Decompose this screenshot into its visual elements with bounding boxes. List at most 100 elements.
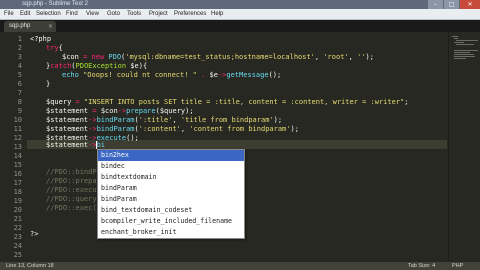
minimap-line <box>456 44 474 45</box>
cursor-position: Line 13, Column 18 <box>6 263 54 269</box>
code-token: "INSERT INTO posts SET title = :title, c… <box>83 98 405 106</box>
menu-help[interactable]: Help <box>211 9 223 19</box>
code-token: $statement <box>46 116 89 124</box>
minimap-line <box>454 54 474 55</box>
line-number: 14 <box>13 152 22 160</box>
code-line: }catch(PDOException $e){ <box>46 62 147 71</box>
line-number: 5 <box>17 71 22 79</box>
code-token: -> <box>117 107 127 115</box>
line-number: 11 <box>13 125 22 133</box>
autocomplete-item[interactable]: bindtextdomain <box>98 172 244 183</box>
code-token: $con <box>100 107 118 115</box>
line-number: 4 <box>17 62 22 70</box>
line-number: 19 <box>13 197 22 205</box>
code-token: 'root' <box>323 53 349 61</box>
menu-preferences[interactable]: Preferences <box>174 9 206 19</box>
line-number: 18 <box>13 188 22 196</box>
code-token: $e <box>126 62 139 70</box>
code-token: $statement <box>46 125 89 133</box>
menu-tools[interactable]: Tools <box>127 9 141 19</box>
window-controls: – □ ✕ <box>427 0 480 9</box>
close-window-button[interactable]: ✕ <box>460 0 480 9</box>
minimize-button[interactable]: – <box>428 0 443 9</box>
code-token: = <box>88 107 101 115</box>
code-line: $con = new PDO('mysql:dbname=test_status… <box>62 53 374 62</box>
minimap-line <box>454 56 475 57</box>
autocomplete-item[interactable]: bindParam <box>98 194 244 205</box>
code-line: <?php <box>30 35 51 44</box>
line-number: 9 <box>17 107 22 115</box>
code-token: , <box>348 53 358 61</box>
code-token: , <box>172 116 181 124</box>
status-bar: Line 13, Column 18 Tab Size: 4 PHP <box>0 262 480 270</box>
menu-project[interactable]: Project <box>149 9 168 19</box>
menu-edit[interactable]: Edit <box>20 9 30 19</box>
menu-selection[interactable]: Selection <box>36 9 61 19</box>
code-token: -> <box>88 125 97 133</box>
line-number: 7 <box>17 89 22 97</box>
line-number: 10 <box>13 116 22 124</box>
menu-goto[interactable]: Goto <box>107 9 120 19</box>
autocomplete-item[interactable]: enchant_broker_init <box>98 227 244 238</box>
code-token: bi <box>96 141 106 149</box>
minimap-line <box>452 36 458 37</box>
line-number: 12 <box>13 134 22 142</box>
code-token: echo <box>62 71 79 79</box>
minimap-line <box>454 50 478 51</box>
code-token: (); <box>126 134 139 142</box>
tab-label: sqp.php <box>9 23 31 29</box>
line-number: 3 <box>17 53 22 61</box>
line-number: 24 <box>13 242 22 250</box>
code-token: ':content' <box>138 125 181 133</box>
code-token: catch <box>50 62 72 70</box>
autocomplete-popup: bin2hex bindec bindtextdomain bindParam … <box>97 149 245 239</box>
code-token: $e <box>209 71 218 79</box>
line-number: 13 <box>13 143 22 151</box>
code-token: try <box>46 44 59 52</box>
autocomplete-item[interactable]: bindec <box>98 161 244 172</box>
line-number: 20 <box>13 206 22 214</box>
menu-find[interactable]: Find <box>66 9 78 19</box>
tab-size-indicator[interactable]: Tab Size: 4 <box>408 262 435 270</box>
autocomplete-item[interactable]: bind_textdomain_codeset <box>98 205 244 216</box>
line-number: 17 <box>13 179 22 187</box>
code-token: } <box>46 80 51 88</box>
menu-file[interactable]: File <box>4 9 14 19</box>
code-token: -> <box>88 116 97 124</box>
code-line: $query = "INSERT INTO posts SET title = … <box>46 98 408 107</box>
code-token: bindParam <box>96 125 135 133</box>
code-line: //PDO::exec() <box>46 204 101 212</box>
line-number-gutter: 1 2 3 4 5 6 7 8 9 10 11 12 13 14 15 16 1… <box>0 32 27 262</box>
minimap-line <box>454 42 464 43</box>
title-bar: sqp.php - Sublime Text 2 – □ ✕ <box>0 0 480 9</box>
autocomplete-item[interactable]: bin2hex <box>98 150 244 161</box>
code-line: } <box>46 80 50 89</box>
code-token: 'content from bindparam' <box>189 125 291 133</box>
menu-view[interactable]: View <box>86 9 99 19</box>
minimap[interactable] <box>448 32 480 262</box>
autocomplete-item[interactable]: bcompiler_write_included_filename <box>98 216 244 227</box>
code-token: ); <box>290 125 299 133</box>
code-token: ; <box>404 98 409 106</box>
tab-bar: sqp.php × <box>0 20 480 32</box>
code-token: <?php <box>30 35 52 43</box>
code-token: bindParam <box>96 116 135 124</box>
line-number: 1 <box>17 35 22 43</box>
code-token: ){ <box>138 62 148 70</box>
line-number: 15 <box>13 161 22 169</box>
line-number: 25 <box>13 251 22 259</box>
minimap-line <box>456 40 478 41</box>
line-number: 6 <box>17 80 22 88</box>
code-token: 'mysql:dbname=test_status;hostname=local… <box>125 53 315 61</box>
code-line: $statement->bindParam(':content', 'conte… <box>46 125 299 134</box>
code-token: (); <box>268 71 282 79</box>
tab-sqp-php[interactable]: sqp.php × <box>4 21 56 32</box>
line-number: 22 <box>13 224 22 232</box>
maximize-button[interactable]: □ <box>444 0 459 9</box>
code-token: getMessage <box>226 71 269 79</box>
tab-close-icon[interactable]: × <box>48 21 53 32</box>
autocomplete-item[interactable]: bindParam <box>98 183 244 194</box>
code-token: prepare <box>126 107 156 115</box>
syntax-indicator[interactable]: PHP <box>452 262 463 270</box>
window-title: sqp.php - Sublime Text 2 <box>22 1 88 7</box>
